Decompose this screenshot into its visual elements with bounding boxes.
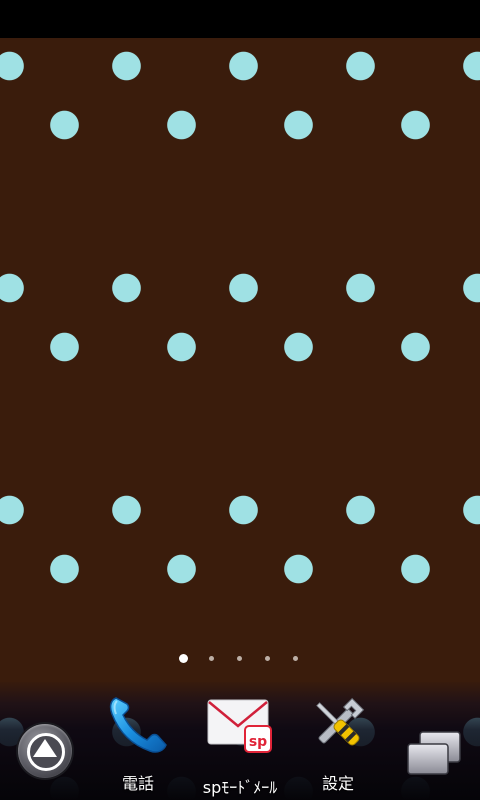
dock: 電話 sp spﾓｰﾄﾞﾒｰﾙ 設定	[0, 682, 480, 800]
page-dot-4[interactable]	[265, 656, 270, 661]
page-dot-1[interactable]	[179, 654, 188, 663]
page-indicator	[0, 654, 480, 666]
recent-apps-button[interactable]	[404, 730, 464, 776]
dock-item-phone[interactable]: 電話	[106, 692, 170, 793]
page-dot-5[interactable]	[293, 656, 298, 661]
page-dot-2[interactable]	[209, 656, 214, 661]
dock-label-sp-mode-mail: spﾓｰﾄﾞﾒｰﾙ	[202, 778, 278, 797]
settings-tools-icon	[316, 697, 365, 746]
status-bar	[0, 0, 480, 38]
dock-item-settings[interactable]: 設定	[306, 692, 370, 793]
apps-launcher-button[interactable]	[18, 724, 72, 778]
phone-icon	[109, 697, 167, 753]
recent-apps-icon	[407, 731, 461, 775]
dock-item-sp-mode-mail[interactable]: sp spﾓｰﾄﾞﾒｰﾙ	[196, 696, 284, 797]
svg-text:sp: sp	[249, 734, 267, 750]
dock-label-settings: 設定	[321, 774, 354, 793]
dock-label-phone: 電話	[121, 774, 154, 793]
sp-mode-mail-icon: sp	[207, 699, 272, 753]
home-screen: 電話 sp spﾓｰﾄﾞﾒｰﾙ 設定	[0, 0, 480, 800]
page-dot-3[interactable]	[237, 656, 242, 661]
